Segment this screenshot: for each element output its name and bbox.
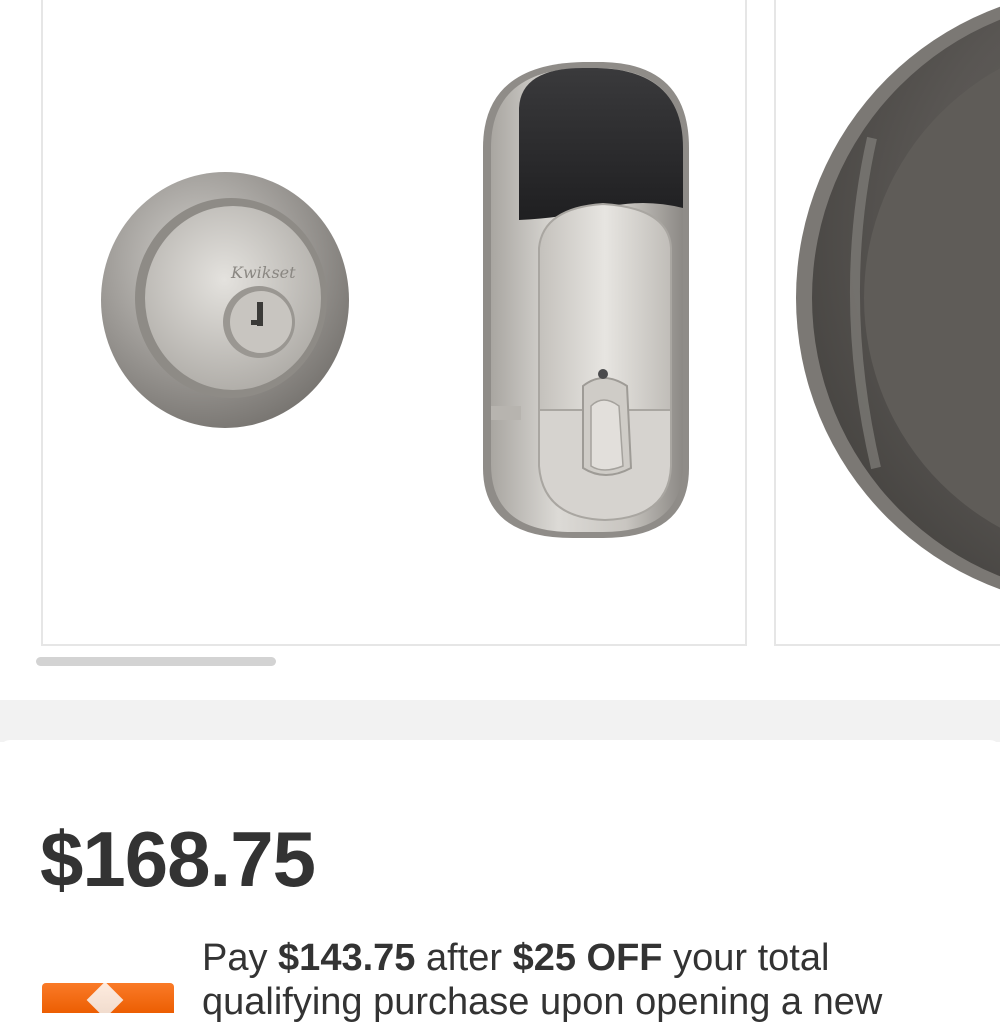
credit-card-promo-text[interactable]: Pay $143.75 after $25 OFF your total qua… bbox=[202, 936, 922, 1024]
brand-engraving: Kwikset bbox=[230, 263, 296, 282]
product-price: $168.75 bbox=[40, 815, 316, 903]
credit-card-icon bbox=[42, 983, 174, 1013]
product-photo: Kwikset bbox=[101, 62, 689, 538]
section-divider bbox=[0, 700, 1000, 742]
deadbolt-image: Kwikset bbox=[101, 172, 349, 428]
carousel-scrollbar-thumb[interactable] bbox=[36, 657, 276, 666]
promo-discount: $25 OFF bbox=[512, 937, 663, 979]
promo-discounted-price: $143.75 bbox=[278, 937, 416, 979]
product-image-card-next[interactable] bbox=[774, 0, 1000, 646]
product-photo-closeup bbox=[796, 6, 1000, 590]
carousel-scrollbar[interactable] bbox=[36, 657, 276, 667]
smart-lock-image bbox=[483, 62, 689, 538]
promo-middle: after bbox=[415, 937, 513, 979]
product-image-card[interactable]: Kwikset bbox=[41, 0, 747, 646]
product-image-carousel[interactable]: Kwikset bbox=[0, 0, 1000, 700]
price-section: $168.75 Pay $143.75 after $25 OFF your t… bbox=[0, 740, 1000, 1023]
promo-prefix: Pay bbox=[202, 937, 279, 979]
